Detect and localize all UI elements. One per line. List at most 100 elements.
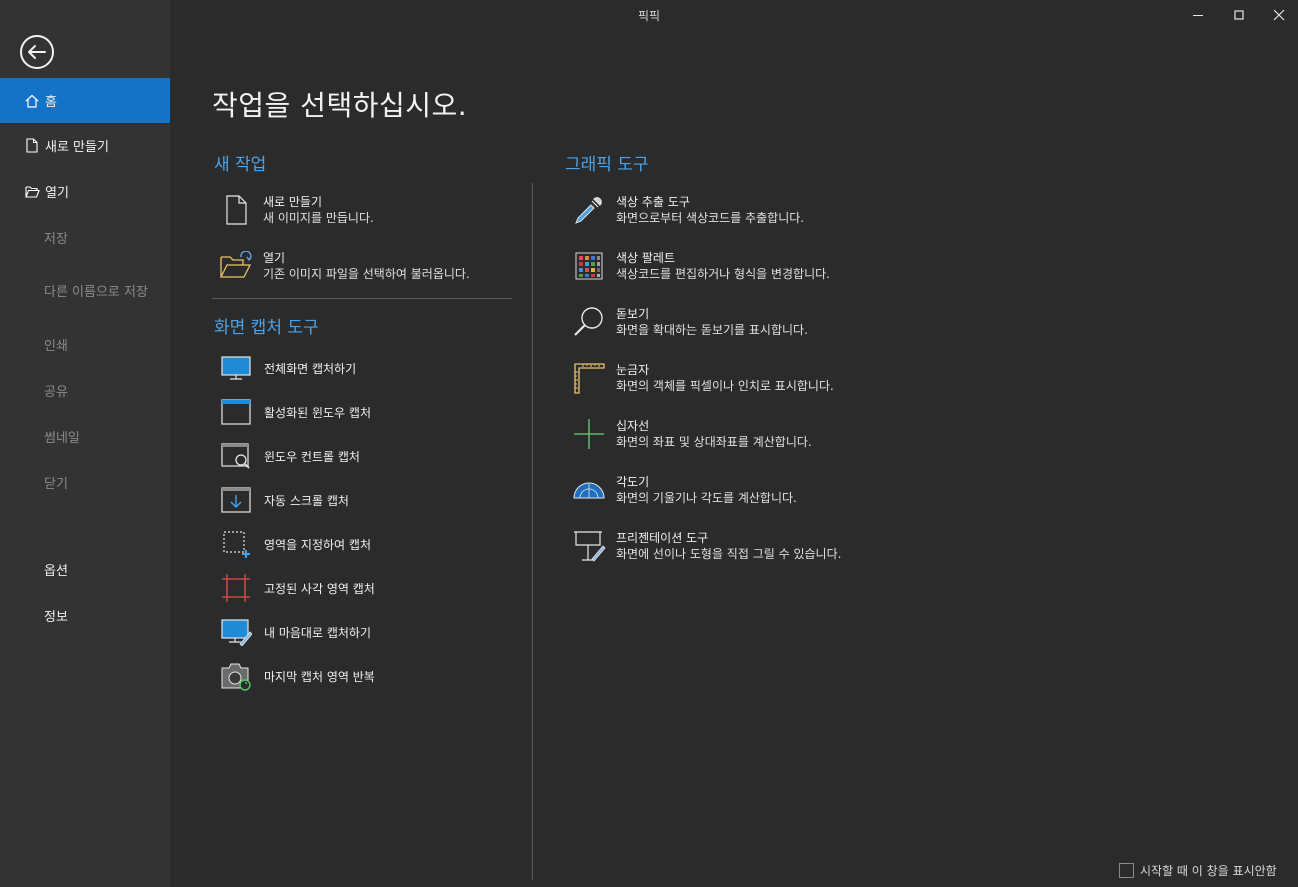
tool-color-picker[interactable]: 색상 추출 도구 화면으로부터 색상코드를 추출합니다. xyxy=(572,193,804,227)
sidebar-item-open[interactable]: 열기 xyxy=(0,169,170,214)
capture-label: 윈도우 컨트롤 캡처 xyxy=(264,449,360,464)
sidebar-item-label: 정보 xyxy=(44,610,68,625)
capture-region[interactable]: 영역을 지정하여 캡처 xyxy=(219,529,371,559)
protractor-icon xyxy=(572,473,606,507)
page-title: 작업을 선택하십시오. xyxy=(212,89,468,122)
sidebar-item-save[interactable]: 저장 xyxy=(0,215,170,260)
capture-repeat-last[interactable]: 마지막 캡처 영역 반복 xyxy=(219,661,375,691)
tool-description: 화면의 객체를 픽셀이나 인치로 표시합니다. xyxy=(616,379,834,393)
startup-checkbox[interactable] xyxy=(1119,863,1134,878)
tool-description: 화면에 선이나 도형을 직접 그릴 수 있습니다. xyxy=(616,547,842,561)
capture-window-control[interactable]: 윈도우 컨트롤 캡처 xyxy=(219,441,360,471)
capture-label: 전체화면 캡처하기 xyxy=(264,361,357,376)
tool-description: 화면의 기울기나 각도를 계산합니다. xyxy=(616,491,797,505)
sidebar-item-home[interactable]: 홈 xyxy=(0,78,170,123)
app-title: 픽픽 xyxy=(637,9,661,23)
magnifier-icon xyxy=(572,305,606,339)
dashed-region-icon xyxy=(219,529,253,559)
capture-fullscreen[interactable]: 전체화면 캡처하기 xyxy=(219,353,356,383)
camera-repeat-icon xyxy=(219,661,253,691)
capture-label: 자동 스크롤 캡처 xyxy=(264,493,349,508)
minimize-button[interactable] xyxy=(1175,0,1221,30)
capture-label: 활성화된 윈도우 캡처 xyxy=(264,405,371,420)
tool-description: 화면으로부터 색상코드를 추출합니다. xyxy=(616,211,805,225)
eyedropper-icon xyxy=(572,193,606,227)
back-arrow-icon xyxy=(20,35,54,69)
sidebar-item-label: 홈 xyxy=(45,95,57,110)
tool-description: 화면을 확대하는 돋보기를 표시합니다. xyxy=(616,323,808,337)
sidebar-item-share[interactable]: 공유 xyxy=(0,368,170,413)
close-button[interactable] xyxy=(1256,0,1298,30)
tool-description: 화면의 좌표 및 상대좌표를 계산합니다. xyxy=(616,435,812,449)
presentation-icon xyxy=(572,529,606,563)
sidebar-item-close[interactable]: 닫기 xyxy=(0,460,170,505)
sidebar-item-label: 인쇄 xyxy=(44,339,68,354)
tool-protractor[interactable]: 각도기 화면의 기울기나 각도를 계산합니다. xyxy=(572,473,797,507)
back-button[interactable] xyxy=(19,35,55,71)
section-title-new-task: 새 작업 xyxy=(214,155,267,175)
dont-show-on-startup[interactable]: 시작할 때 이 창을 표시안함 xyxy=(1119,862,1277,879)
monitor-pen-icon xyxy=(219,617,253,647)
fixed-rect-icon xyxy=(219,573,253,603)
sidebar-item-label: 썸네일 xyxy=(44,431,80,446)
home-icon xyxy=(24,93,40,109)
window-magnifier-icon xyxy=(219,441,253,471)
window-icon xyxy=(219,397,253,427)
open-folder-icon xyxy=(219,249,253,283)
capture-label: 고정된 사각 영역 캡처 xyxy=(264,581,375,596)
tool-color-palette[interactable]: 색상 팔레트 색상코드를 편집하거나 형식을 변경합니다. xyxy=(572,249,830,283)
task-name: 새로 만들기 xyxy=(263,195,323,209)
task-name: 열기 xyxy=(263,251,286,265)
column-divider xyxy=(532,183,533,880)
monitor-icon xyxy=(219,353,253,383)
sidebar-item-info[interactable]: 정보 xyxy=(0,593,170,638)
sidebar-item-label: 열기 xyxy=(45,186,69,201)
section-divider xyxy=(212,298,512,299)
capture-auto-scroll[interactable]: 자동 스크롤 캡처 xyxy=(219,485,349,515)
tool-name: 색상 추출 도구 xyxy=(616,195,690,209)
sidebar-item-options[interactable]: 옵션 xyxy=(0,547,170,592)
task-open-image[interactable]: 열기 기존 이미지 파일을 선택하여 불러옵니다. xyxy=(219,249,470,283)
tool-crosshair[interactable]: 십자선 화면의 좌표 및 상대좌표를 계산합니다. xyxy=(572,417,812,451)
sidebar-item-label: 다른 이름으로 저장 xyxy=(44,285,148,300)
sidebar-item-label: 공유 xyxy=(44,385,68,400)
sidebar-item-new[interactable]: 새로 만들기 xyxy=(0,123,170,168)
tool-ruler[interactable]: 눈금자 화면의 객체를 픽셀이나 인치로 표시합니다. xyxy=(572,361,834,395)
ruler-icon xyxy=(572,361,606,395)
capture-freehand[interactable]: 내 마음대로 캡처하기 xyxy=(219,617,371,647)
palette-icon xyxy=(572,249,606,283)
sidebar: 홈 새로 만들기 열기 저장 다른 이름으로 저장 인쇄 공유 썸네일 닫기 옵… xyxy=(0,0,170,887)
maximize-icon xyxy=(1234,10,1244,20)
tool-name: 눈금자 xyxy=(616,363,650,377)
open-folder-icon xyxy=(24,184,40,200)
task-new-image[interactable]: 새로 만들기 새 이미지를 만듭니다. xyxy=(219,193,374,227)
sidebar-item-label: 새로 만들기 xyxy=(45,140,109,155)
minimize-icon xyxy=(1193,15,1203,16)
sidebar-item-thumbnail[interactable]: 썸네일 xyxy=(0,414,170,459)
tool-magnifier[interactable]: 돋보기 화면을 확대하는 돋보기를 표시합니다. xyxy=(572,305,808,339)
task-description: 기존 이미지 파일을 선택하여 불러옵니다. xyxy=(263,267,470,281)
capture-active-window[interactable]: 활성화된 윈도우 캡처 xyxy=(219,397,371,427)
scroll-down-icon xyxy=(219,485,253,515)
tool-name: 십자선 xyxy=(616,419,650,433)
sidebar-item-label: 닫기 xyxy=(44,477,68,492)
section-title-capture: 화면 캡처 도구 xyxy=(214,318,319,338)
sidebar-item-label: 저장 xyxy=(44,232,68,247)
capture-fixed-rect[interactable]: 고정된 사각 영역 캡처 xyxy=(219,573,375,603)
capture-label: 영역을 지정하여 캡처 xyxy=(264,537,371,552)
tool-presentation[interactable]: 프리젠테이션 도구 화면에 선이나 도형을 직접 그릴 수 있습니다. xyxy=(572,529,841,563)
capture-label: 내 마음대로 캡처하기 xyxy=(264,625,371,640)
blank-document-icon xyxy=(219,193,253,227)
tool-name: 돋보기 xyxy=(616,307,650,321)
capture-label: 마지막 캡처 영역 반복 xyxy=(264,669,375,684)
tool-description: 색상코드를 편집하거나 형식을 변경합니다. xyxy=(616,267,830,281)
section-title-graphics: 그래픽 도구 xyxy=(565,155,649,175)
sidebar-item-save-as[interactable]: 다른 이름으로 저장 xyxy=(0,268,170,313)
crosshair-icon xyxy=(572,417,606,451)
task-description: 새 이미지를 만듭니다. xyxy=(263,211,374,225)
close-icon xyxy=(1273,9,1285,21)
sidebar-item-print[interactable]: 인쇄 xyxy=(0,322,170,367)
tool-name: 프리젠테이션 도구 xyxy=(616,531,709,545)
startup-label: 시작할 때 이 창을 표시안함 xyxy=(1140,864,1277,878)
sidebar-item-label: 옵션 xyxy=(44,564,68,579)
